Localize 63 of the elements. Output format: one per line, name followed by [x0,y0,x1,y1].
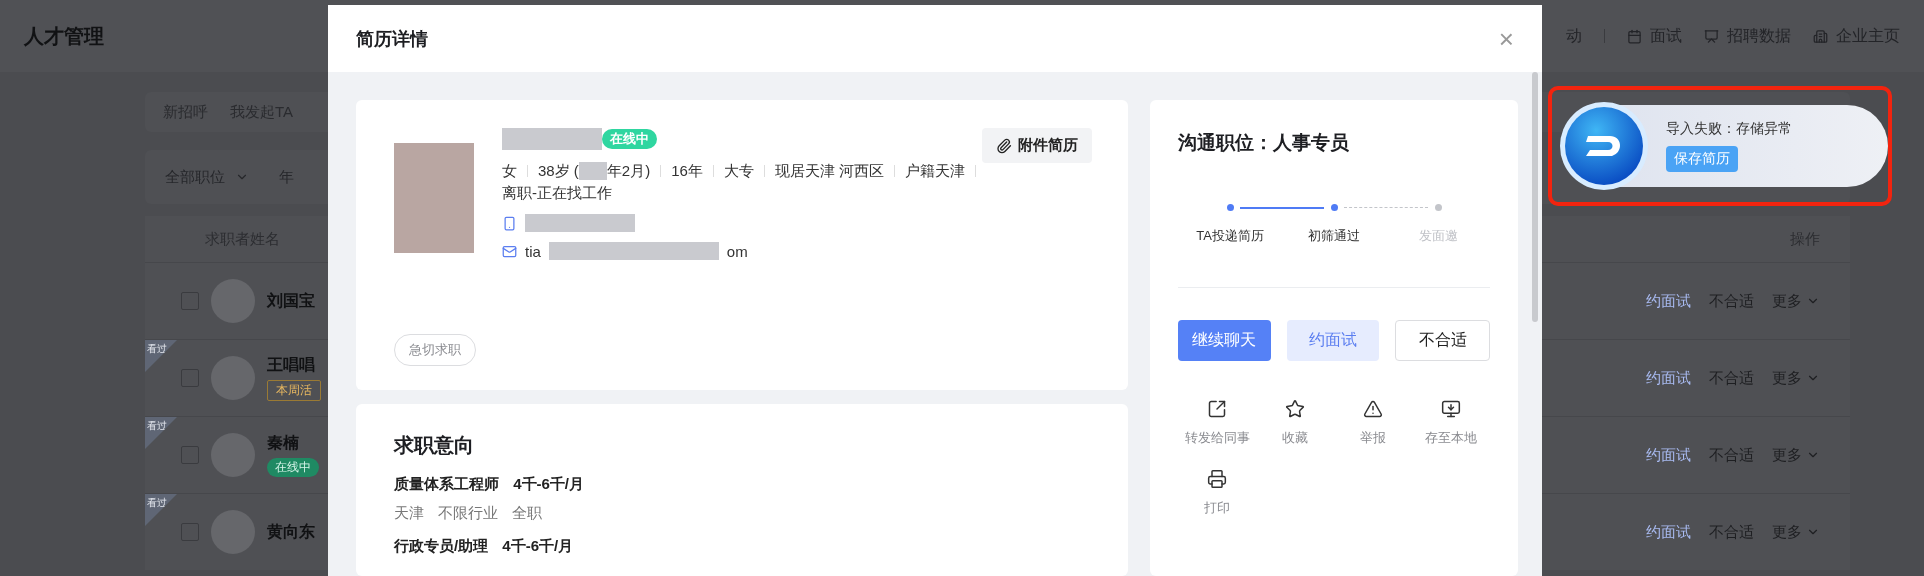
avatar [211,433,255,477]
scrollbar[interactable] [1532,72,1538,322]
job-details: 天津 不限行业 全职 [394,504,544,523]
tool-button[interactable]: 存至本地 [1412,399,1490,447]
row-action-link[interactable]: 约面试 [1646,445,1691,465]
section-title: 求职意向 [394,433,475,458]
step-label: 初筛通过 [1308,227,1360,245]
job-position: 行政专员/助理 4千-6千/月 [394,537,575,556]
info-text: 16年 [671,161,703,181]
status-badge: 在线中 [602,129,657,149]
candidate-name: 黄向东 [267,521,315,542]
printer-icon [1207,469,1227,489]
action-button[interactable]: 约面试 [1286,320,1380,361]
mail-icon [502,243,517,259]
step-label: 发面邀 [1418,227,1458,245]
action-button[interactable]: 不合适 [1395,320,1490,361]
info-text: 38岁 ( 年2月) [538,161,651,182]
info-text: 女 [502,161,517,181]
avatar [211,510,255,554]
candidate-name: 刘国宝 [267,290,315,311]
avatar [211,356,255,400]
tool-button[interactable]: 打印 [1178,469,1256,517]
info-text: 现居天津 河西区 [774,161,885,181]
download-icon [1441,399,1461,419]
close-button[interactable]: × [1498,25,1514,52]
row-action-link[interactable]: 约面试 [1646,522,1691,542]
info-text: 户籍天津 [905,161,966,181]
building-icon [1813,28,1828,44]
info-text: 离职-正在找工作 [502,183,612,203]
status-badge: 本周活 [267,380,321,401]
notification-text: 导入失败：存储异常 [1666,120,1793,138]
avatar [211,279,255,323]
position-title: 沟通职位：人事专员 [1178,131,1350,155]
paperclip-icon [996,137,1012,154]
step-label: TA投递简历 [1196,227,1264,245]
tool-button[interactable]: 收藏 [1256,399,1334,447]
page-title: 人才管理 [24,23,104,49]
save-resume-button[interactable]: 保存简历 [1666,146,1738,172]
tool-button[interactable]: 举报 [1334,399,1412,447]
chart-icon [1704,28,1719,44]
phone-icon [502,215,517,231]
share-icon [1207,399,1227,419]
dialog-title: 简历详情 [356,27,428,51]
calendar-icon [1627,28,1642,44]
job-position: 质量体系工程师 4千-6千/月 [394,475,586,494]
warning-icon [1363,399,1383,419]
contact-text: om [726,242,748,260]
viewed-ribbon: 看过 [145,340,177,372]
viewed-ribbon: 看过 [145,494,177,526]
viewed-ribbon: 看过 [145,417,177,449]
attachment-button[interactable]: 附件简历 [982,128,1092,163]
candidate-name: 秦楠 [267,433,300,453]
redacted-block [578,162,607,180]
row-action-link[interactable]: 约面试 [1646,291,1691,311]
contact-text: tia [525,242,541,260]
info-text: 大专 [723,161,754,181]
candidate-name: 王唱唱 [267,355,316,375]
logo-icon [1558,100,1650,192]
row-action-link[interactable]: 约面试 [1646,368,1691,388]
action-button[interactable]: 继续聊天 [1178,320,1271,361]
tool-button[interactable]: 转发给同事 [1178,399,1256,447]
status-badge: 在线中 [267,458,319,477]
star-icon [1285,399,1305,419]
